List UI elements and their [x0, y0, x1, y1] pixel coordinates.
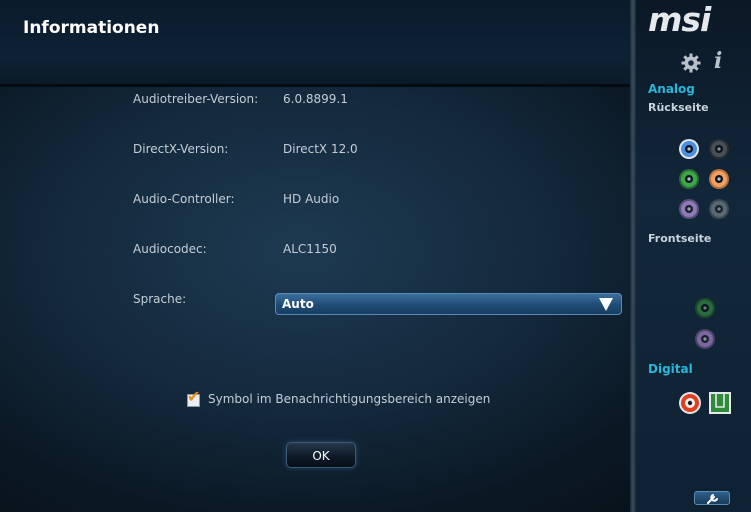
- directx-version-label: DirectX-Version:: [133, 142, 229, 156]
- audio-codec-label: Audiocodec:: [133, 242, 207, 256]
- rear-jack-orange-center-out[interactable]: [708, 168, 730, 190]
- rear-jack-purple-mic[interactable]: [678, 198, 700, 220]
- ok-button[interactable]: OK: [286, 442, 356, 468]
- directx-version-value: DirectX 12.0: [283, 142, 358, 156]
- gear-icon[interactable]: [681, 53, 701, 73]
- tray-icon-checkbox[interactable]: ✔: [187, 389, 200, 407]
- optical-out-icon[interactable]: [708, 391, 732, 415]
- rear-jack-black-rear-out[interactable]: [708, 138, 730, 160]
- driver-version-label: Audiotreiber-Version:: [133, 92, 259, 106]
- audio-controller-label: Audio-Controller:: [133, 192, 235, 206]
- rear-jack-gray-side-out[interactable]: [708, 198, 730, 220]
- msi-logo: msi: [648, 0, 711, 39]
- rear-panel-title: Rückseite: [648, 101, 709, 114]
- title-bar: Informationen: [0, 0, 630, 87]
- chevron-down-icon[interactable]: [599, 298, 613, 311]
- tray-icon-checkbox-label[interactable]: Symbol im Benachrichtigungsbereich anzei…: [208, 392, 490, 406]
- rear-jack-green-line-out[interactable]: [678, 168, 700, 190]
- driver-version-value: 6.0.8899.1: [283, 92, 348, 106]
- spdif-coaxial-icon[interactable]: [678, 391, 702, 415]
- digital-section-title: Digital: [648, 362, 693, 376]
- front-jack-purple-mic[interactable]: [694, 328, 716, 350]
- language-selected-value: Auto: [282, 297, 314, 311]
- sidebar: [636, 0, 751, 512]
- language-label: Sprache:: [133, 292, 187, 306]
- page-title: Informationen: [23, 18, 160, 38]
- settings-wrench-button[interactable]: [694, 491, 730, 505]
- front-panel-title: Frontseite: [648, 232, 712, 245]
- audio-codec-value: ALC1150: [283, 242, 337, 256]
- main-panel: Informationen Audiotreiber-Version: 6.0.…: [0, 0, 630, 512]
- analog-section-title: Analog: [648, 82, 695, 96]
- rear-jack-blue-line-in[interactable]: [678, 138, 700, 160]
- wrench-icon: [707, 494, 718, 504]
- info-icon[interactable]: i: [714, 48, 722, 74]
- front-jack-green-headphone[interactable]: [694, 297, 716, 319]
- checkmark-icon: ✔: [187, 387, 201, 406]
- audio-controller-value: HD Audio: [283, 192, 340, 206]
- language-dropdown[interactable]: Auto: [275, 293, 622, 315]
